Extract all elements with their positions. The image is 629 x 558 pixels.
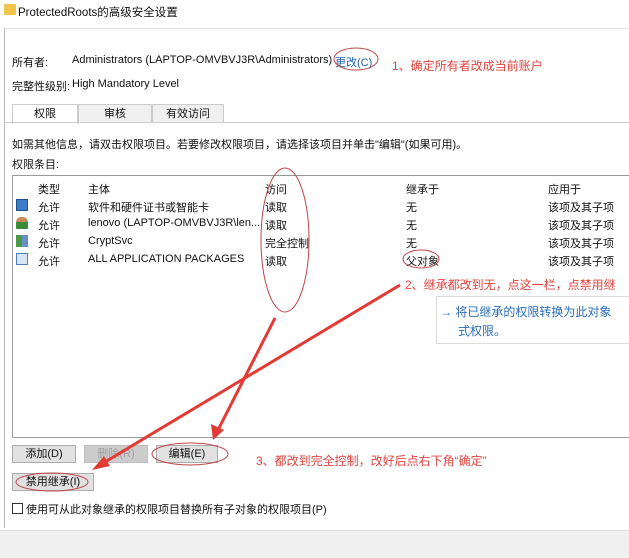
annotation-circle — [402, 249, 440, 269]
annotation-circle — [151, 442, 229, 466]
annotation-arrow — [216, 317, 277, 431]
annotation-overlay — [15, 47, 440, 492]
annotation-circle — [15, 472, 89, 492]
arrow-head — [92, 456, 110, 470]
annotation-arrow — [99, 283, 401, 467]
arrow-head — [211, 424, 224, 440]
annotation-circle — [260, 167, 310, 313]
annotation-circle — [333, 47, 379, 71]
